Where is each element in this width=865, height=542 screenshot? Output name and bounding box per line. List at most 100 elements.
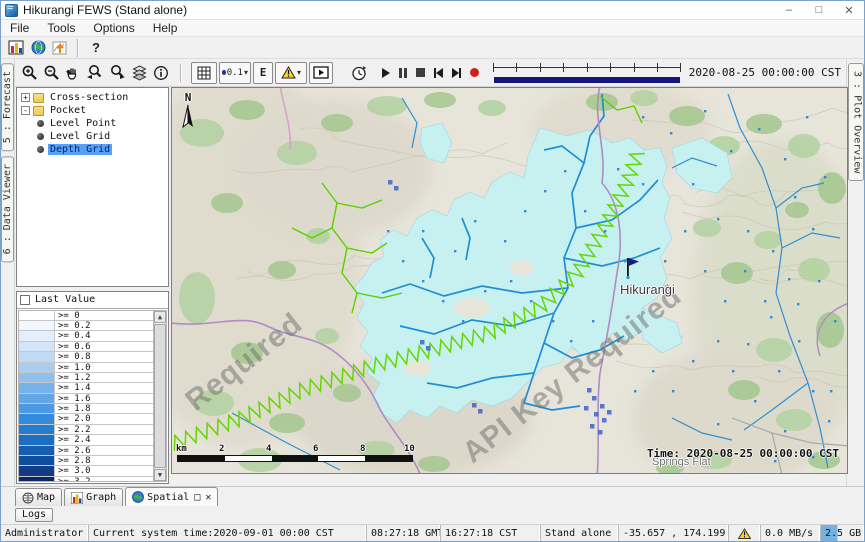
tab-maximize-icon[interactable]: □ bbox=[194, 492, 200, 503]
map-filler bbox=[171, 474, 846, 486]
north-arrow: N bbox=[180, 91, 196, 133]
zoom-in-icon[interactable] bbox=[18, 61, 40, 85]
scrollbar-thumb[interactable] bbox=[154, 324, 166, 468]
logs-button[interactable]: Logs bbox=[15, 508, 53, 522]
database-icon[interactable] bbox=[5, 38, 27, 58]
app-logo-icon bbox=[5, 4, 18, 17]
minimize-button[interactable]: – bbox=[774, 1, 804, 19]
spatial-globe-icon bbox=[132, 491, 144, 503]
status-system-time: Current system time:2020-09-01 00:00 CST bbox=[89, 525, 367, 541]
status-warning-cell bbox=[729, 525, 761, 541]
legend-row: >= 0 bbox=[19, 311, 153, 321]
pan-hand-icon[interactable] bbox=[62, 61, 84, 85]
record-button[interactable] bbox=[470, 68, 479, 77]
scale-unit: km bbox=[176, 444, 187, 454]
step-forward-button[interactable] bbox=[452, 68, 461, 78]
map-toolbar: 0.1 ▾ E ▾ bbox=[15, 59, 846, 87]
legend-row: >= 0.6 bbox=[19, 342, 153, 352]
tab-data-viewer[interactable]: 6 : Data Viewer bbox=[1, 156, 14, 262]
tab-map[interactable]: Map bbox=[15, 488, 62, 506]
point-size-dropdown[interactable]: 0.1 ▾ bbox=[219, 62, 251, 84]
legend-title: Last Value bbox=[35, 294, 95, 305]
help-button[interactable]: ? bbox=[85, 38, 107, 58]
menu-tools[interactable]: Tools bbox=[38, 21, 84, 35]
tab-graph[interactable]: Graph bbox=[64, 488, 123, 506]
collapse-icon[interactable]: - bbox=[21, 106, 30, 115]
legend-row: >= 2.0 bbox=[19, 414, 153, 424]
scale-bar: km 2 4 6 8 10 bbox=[176, 444, 426, 464]
chevron-down-icon: ▾ bbox=[297, 68, 301, 77]
status-user: Administrator bbox=[1, 525, 89, 541]
legend-row: >= 2.2 bbox=[19, 425, 153, 435]
legend-row: >= 1.6 bbox=[19, 394, 153, 404]
zoom-next-icon[interactable] bbox=[106, 61, 128, 85]
town-label: Hikurangi bbox=[620, 282, 675, 297]
tree-item-cross-section[interactable]: + Cross-section bbox=[19, 91, 168, 104]
zoom-previous-icon[interactable] bbox=[84, 61, 106, 85]
status-gmt-time: 08:27:18 GMT bbox=[367, 525, 441, 541]
info-icon[interactable] bbox=[150, 61, 172, 85]
globe-icon[interactable] bbox=[27, 38, 49, 58]
play-button[interactable] bbox=[382, 68, 390, 78]
status-mode: Stand alone bbox=[541, 525, 619, 541]
labels-toggle-button[interactable]: E bbox=[253, 62, 273, 84]
layers-icon[interactable] bbox=[128, 61, 150, 85]
tab-close-icon[interactable]: ✕ bbox=[205, 492, 211, 503]
tree-item-level-point[interactable]: Level Point bbox=[19, 117, 168, 130]
folder-open-icon bbox=[33, 106, 44, 116]
animation-button[interactable] bbox=[309, 62, 333, 84]
node-bullet-icon bbox=[37, 146, 44, 153]
legend-row: >= 1.0 bbox=[19, 363, 153, 373]
maximize-button[interactable]: □ bbox=[804, 1, 834, 19]
step-back-button[interactable] bbox=[434, 68, 443, 78]
status-bar: Administrator Current system time:2020-0… bbox=[1, 524, 864, 541]
toolbar-separator bbox=[180, 64, 182, 82]
menu-help[interactable]: Help bbox=[144, 21, 187, 35]
logs-row: Logs bbox=[1, 506, 864, 524]
menu-file[interactable]: File bbox=[1, 21, 38, 35]
warning-triangle-icon bbox=[281, 66, 296, 79]
tree-item-level-grid[interactable]: Level Grid bbox=[19, 130, 168, 143]
map-globe-icon bbox=[22, 492, 34, 504]
stop-button[interactable] bbox=[416, 68, 425, 77]
legend-row: >= 1.8 bbox=[19, 404, 153, 414]
pause-button[interactable] bbox=[399, 68, 407, 78]
grid-toggle-button[interactable] bbox=[191, 62, 217, 84]
chevron-down-icon: ▾ bbox=[244, 68, 248, 77]
node-bullet-icon bbox=[37, 133, 44, 140]
tab-plot-overview[interactable]: 3 : Plot Overview bbox=[848, 63, 864, 181]
legend-row: >= 3.2 bbox=[19, 477, 153, 482]
main-toolbar: ? bbox=[1, 37, 864, 59]
status-memory-gauge: 2.5 GB bbox=[821, 525, 864, 541]
tab-spatial[interactable]: Spatial □ ✕ bbox=[125, 487, 218, 506]
adjust-time-icon[interactable] bbox=[348, 61, 370, 85]
right-tab-strip: 3 : Plot Overview bbox=[846, 59, 864, 486]
left-tab-strip: 5 : Forecast 6 : Data Viewer bbox=[1, 59, 15, 486]
tree-item-depth-grid[interactable]: Depth Grid bbox=[19, 143, 168, 156]
tab-forecast[interactable]: 5 : Forecast bbox=[1, 63, 14, 151]
legend-row: >= 0.4 bbox=[19, 331, 153, 341]
last-value-checkbox[interactable] bbox=[20, 295, 30, 305]
time-slider-bar bbox=[494, 77, 680, 83]
bottom-tab-strip: Map Graph Spatial □ ✕ bbox=[1, 486, 864, 506]
expand-icon[interactable]: + bbox=[21, 93, 30, 102]
close-button[interactable]: ✕ bbox=[834, 1, 864, 19]
tree-item-pocket[interactable]: - Pocket bbox=[19, 104, 168, 117]
legend-scrollbar[interactable]: ▲ ▼ bbox=[153, 310, 167, 482]
menu-bar: File Tools Options Help bbox=[1, 20, 864, 37]
legend-row: >= 2.6 bbox=[19, 446, 153, 456]
zoom-out-icon[interactable] bbox=[40, 61, 62, 85]
legend-row: >= 0.8 bbox=[19, 352, 153, 362]
current-map-datetime: 2020-08-25 00:00:00 CST bbox=[689, 66, 841, 79]
timeseries-chart-icon[interactable] bbox=[49, 38, 71, 58]
folder-icon bbox=[33, 93, 44, 103]
legend-row: >= 1.4 bbox=[19, 383, 153, 393]
scroll-up-icon[interactable]: ▲ bbox=[154, 311, 166, 323]
menu-options[interactable]: Options bbox=[84, 21, 143, 35]
map-time-overlay: Time: 2020-08-25 00:00:00 CST bbox=[647, 447, 839, 460]
scroll-down-icon[interactable]: ▼ bbox=[154, 469, 166, 481]
time-slider[interactable] bbox=[493, 63, 681, 83]
layer-tree: + Cross-section - Pocket Level P bbox=[16, 87, 169, 287]
map-viewport[interactable]: Required API Key Required N Hikurangi Sp… bbox=[171, 87, 848, 474]
thresholds-dropdown[interactable]: ▾ bbox=[275, 62, 307, 84]
